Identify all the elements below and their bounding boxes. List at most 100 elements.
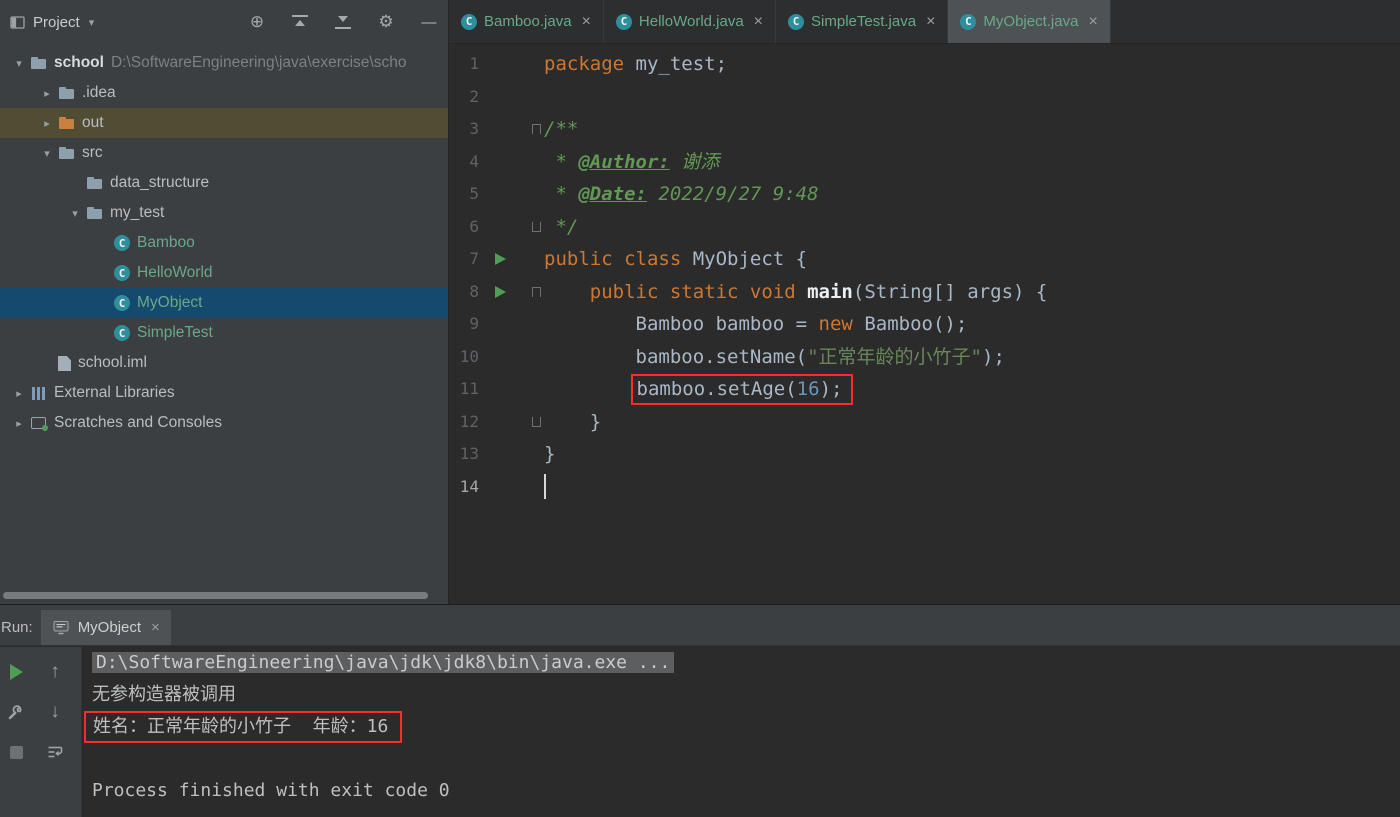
tree-item-myobject[interactable]: C MyObject xyxy=(0,288,448,318)
chevron-right-icon[interactable]: ▸ xyxy=(8,417,30,430)
run-label: Run: xyxy=(1,619,33,636)
run-toolbar: ↑ ↓ xyxy=(0,647,82,817)
console-line[interactable]: 姓名：正常年龄的小竹子 年龄：16 xyxy=(84,711,1400,743)
code-area[interactable]: 1 package my_test; 2 3/** 4 * @Author: 谢添 5 *… xyxy=(449,44,1400,503)
code-token: bamboo.setName( xyxy=(544,345,808,368)
chevron-down-icon[interactable]: ▾ xyxy=(89,16,95,29)
run-arrow-icon[interactable] xyxy=(495,253,506,265)
tool-window-icon[interactable] xyxy=(8,13,26,31)
console-command-text: D:\SoftwareEngineering\java\jdk\jdk8\bin… xyxy=(92,652,675,673)
tree-item-my-test[interactable]: ▾ my_test xyxy=(0,198,448,228)
scroll-down-icon[interactable]: ↓ xyxy=(44,701,66,723)
code-line[interactable]: 1 package my_test; xyxy=(449,48,1400,81)
code-token: 谢添 xyxy=(669,150,720,173)
chevron-down-icon[interactable]: ▾ xyxy=(64,207,86,220)
fold-marker-icon[interactable] xyxy=(532,124,541,134)
console-line[interactable]: Process finished with exit code 0 xyxy=(92,775,1400,807)
fold-marker-icon[interactable] xyxy=(532,221,541,232)
code-token: MyObject { xyxy=(692,248,808,270)
tree-item-label: out xyxy=(82,114,104,131)
run-arrow-icon[interactable] xyxy=(495,285,506,298)
scroll-from-source-icon[interactable] xyxy=(291,13,309,31)
tree-item-label: MyObject xyxy=(137,294,203,311)
code-token: new xyxy=(818,313,853,335)
code-line[interactable]: 13} xyxy=(449,438,1400,471)
chevron-down-icon[interactable]: ▾ xyxy=(36,147,58,160)
code-token: */ xyxy=(544,215,579,238)
tree-item-simpletest[interactable]: C SimpleTest xyxy=(0,318,448,348)
tree-item-out[interactable]: ▸ out xyxy=(0,108,448,138)
close-icon[interactable]: × xyxy=(1088,13,1097,31)
tree-item-helloworld[interactable]: C HelloWorld xyxy=(0,258,448,288)
close-icon[interactable]: × xyxy=(151,619,160,636)
tree-item-label: Bamboo xyxy=(137,234,195,251)
code-line[interactable]: 5 * @Date: 2022/9/27 9:48 xyxy=(449,178,1400,211)
hide-panel-icon[interactable]: — xyxy=(420,13,438,31)
code-line[interactable]: 8 public static void main(String[] args)… xyxy=(449,276,1400,309)
console-line[interactable] xyxy=(92,743,1400,775)
rerun-icon[interactable] xyxy=(5,661,27,683)
code-token: ); xyxy=(819,378,843,400)
code-token: * xyxy=(544,183,579,205)
code-line[interactable]: 9 Bamboo bamboo = new Bamboo(); xyxy=(449,308,1400,341)
tab-bamboo-java[interactable]: C Bamboo.java × xyxy=(449,0,604,43)
code-token: Bamboo bamboo = xyxy=(544,313,819,335)
tree-item-label: school.iml xyxy=(78,354,147,371)
close-icon[interactable]: × xyxy=(926,13,935,31)
tab-label: SimpleTest.java xyxy=(811,13,917,30)
close-icon[interactable]: × xyxy=(582,13,591,31)
code-line[interactable]: 2 xyxy=(449,81,1400,114)
chevron-right-icon[interactable]: ▸ xyxy=(8,387,30,400)
code-line[interactable]: 14 xyxy=(449,471,1400,504)
code-line[interactable]: 11 bamboo.setAge(16); xyxy=(449,373,1400,406)
scroll-up-icon[interactable]: ↑ xyxy=(44,661,66,683)
soft-wrap-icon[interactable] xyxy=(44,741,66,763)
tab-myobject-java[interactable]: C MyObject.java × xyxy=(948,0,1111,43)
close-icon[interactable]: × xyxy=(754,13,763,31)
console-line[interactable]: D:\SoftwareEngineering\java\jdk\jdk8\bin… xyxy=(92,647,1400,679)
console-line[interactable]: 无参构造器被调用 xyxy=(92,679,1400,711)
tab-simpletest-java[interactable]: C SimpleTest.java × xyxy=(776,0,949,43)
code-line[interactable]: 12 } xyxy=(449,406,1400,439)
settings-gear-icon[interactable]: ⚙ xyxy=(377,12,395,31)
tree-item-scratches-and-consoles[interactable]: ▸ Scratches and Consoles xyxy=(0,408,448,438)
wrench-icon[interactable] xyxy=(5,701,27,723)
code-token: @Date: xyxy=(578,183,647,205)
code-token: public static void xyxy=(589,280,808,303)
tab-helloworld-java[interactable]: C HelloWorld.java × xyxy=(604,0,777,43)
tree-item-src[interactable]: ▾ src xyxy=(0,138,448,168)
tree-item-bamboo[interactable]: C Bamboo xyxy=(0,228,448,258)
tree-item-data-structure[interactable]: data_structure xyxy=(0,168,448,198)
line-number: 6 xyxy=(469,216,479,236)
code-token: package xyxy=(544,53,625,75)
libraries-icon xyxy=(30,385,47,401)
run-tab[interactable]: MyObject × xyxy=(40,610,171,645)
console-output[interactable]: D:\SoftwareEngineering\java\jdk\jdk8\bin… xyxy=(82,647,1400,817)
project-view-title[interactable]: Project xyxy=(33,14,80,31)
locate-file-icon[interactable]: ⊕ xyxy=(248,12,266,31)
tree-item-school[interactable]: ▾ school D:\SoftwareEngineering\java\exerc… xyxy=(0,48,448,78)
tree-item-idea[interactable]: ▸ .idea xyxy=(0,78,448,108)
code-token: @Author: xyxy=(578,150,670,173)
collapse-all-icon[interactable] xyxy=(334,13,352,31)
code-line[interactable]: 3 /** xyxy=(449,113,1400,146)
horizontal-scrollbar[interactable] xyxy=(3,592,428,599)
code-text: public static void main(String[] args) { xyxy=(544,276,1400,309)
tree-item-school-iml[interactable]: school.iml xyxy=(0,348,448,378)
annotation-box: bamboo.setAge(16); xyxy=(630,374,854,405)
line-number: 1 xyxy=(469,54,479,73)
code-line[interactable]: 6 */ xyxy=(449,211,1400,244)
chevron-right-icon[interactable]: ▸ xyxy=(36,117,58,130)
chevron-right-icon[interactable]: ▸ xyxy=(36,87,58,100)
code-line[interactable]: 4 * @Author: 谢添 xyxy=(449,146,1400,179)
fold-marker-icon[interactable] xyxy=(532,286,541,297)
tree-item-label: .idea xyxy=(82,84,116,101)
chevron-down-icon[interactable]: ▾ xyxy=(8,57,30,70)
code-line[interactable]: 10 bamboo.setName("正常年龄的小竹子"); xyxy=(449,341,1400,374)
code-text: bamboo.setAge(16); xyxy=(544,373,1400,406)
fold-marker-icon[interactable] xyxy=(532,416,541,427)
tree-item-external-libraries[interactable]: ▸ External Libraries xyxy=(0,378,448,408)
pin-icon[interactable] xyxy=(5,741,27,763)
code-line[interactable]: 7 public class MyObject { xyxy=(449,243,1400,276)
